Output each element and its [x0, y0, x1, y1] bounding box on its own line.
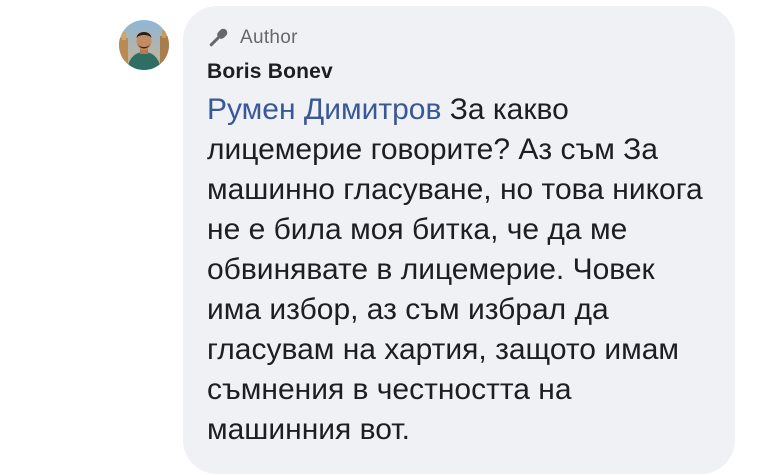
comment-thread: Author Boris Bonev Румен Димитров За как…	[0, 0, 770, 475]
comment-bubble: Author Boris Bonev Румен Димитров За как…	[183, 6, 735, 474]
microphone-icon	[205, 25, 231, 51]
author-badge: Author	[205, 24, 715, 52]
comment-text: За какво лицемерие говорите? Аз съм За м…	[207, 93, 703, 446]
mention-link[interactable]: Румен Димитров	[207, 93, 441, 126]
avatar[interactable]	[119, 20, 169, 70]
author-badge-label: Author	[240, 27, 298, 48]
commenter-name[interactable]: Boris Bonev	[207, 60, 715, 84]
comment-body: Румен Димитров За какво лицемерие говори…	[207, 90, 707, 450]
avatar-photo	[119, 20, 169, 70]
